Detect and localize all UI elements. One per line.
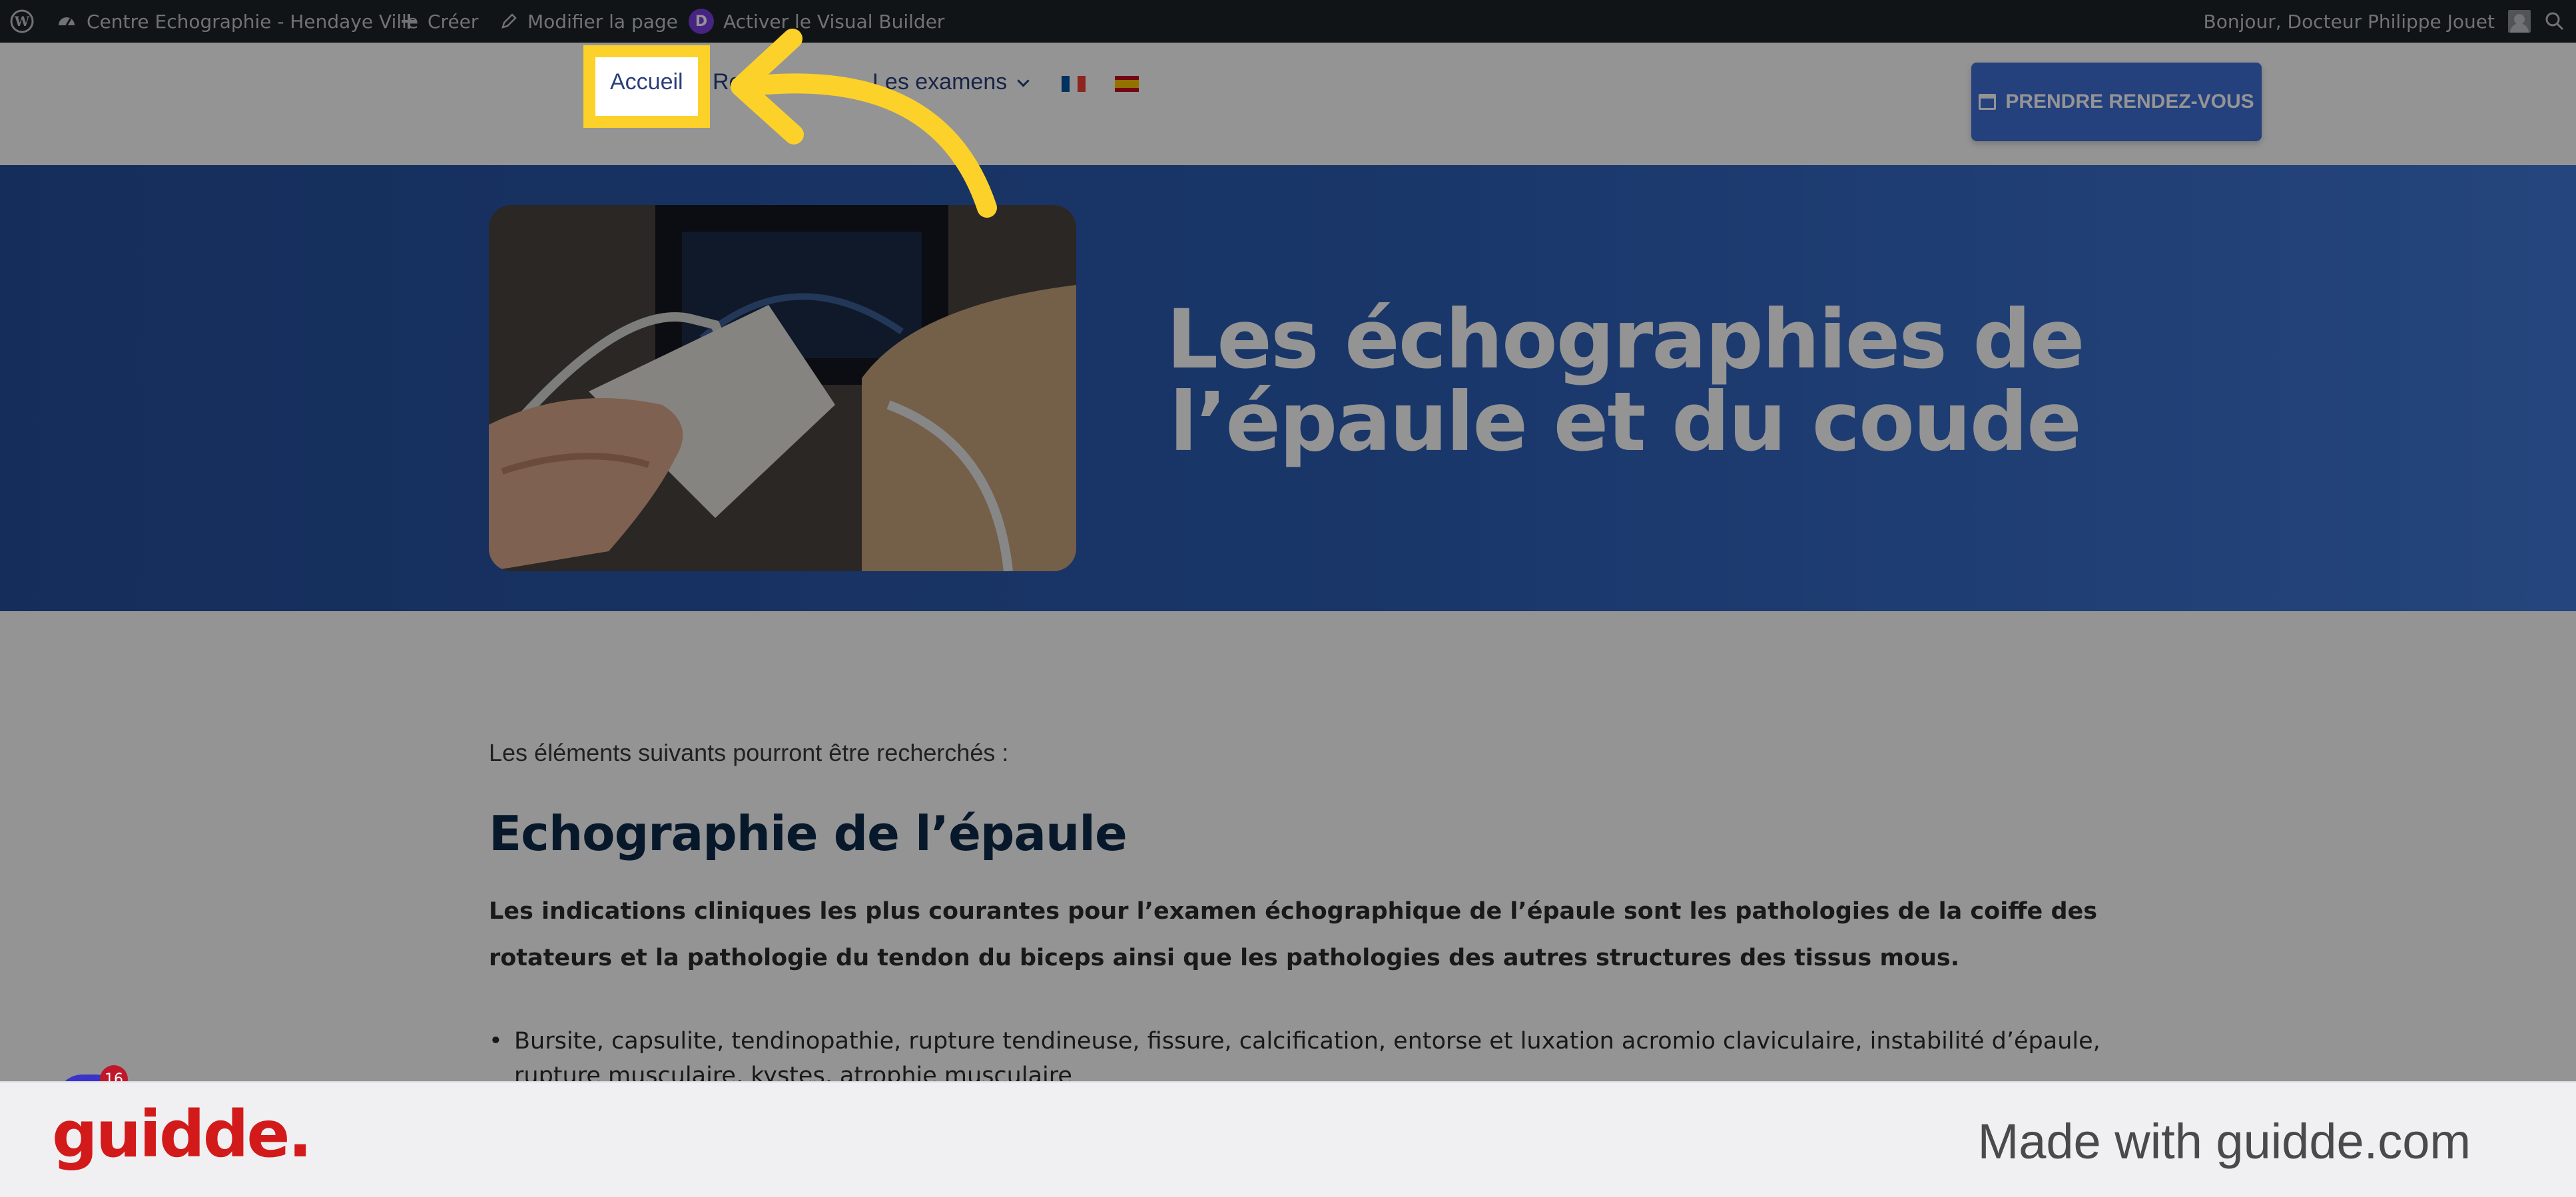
made-with-tagline: Made with guidde.com	[1977, 1114, 2471, 1169]
page-title-line1: Les échographies de	[1166, 292, 2085, 387]
admin-edit-page-link[interactable]: Modifier la page	[499, 0, 678, 43]
edit-page-label: Modifier la page	[527, 10, 678, 33]
page-title: Les échographies de l’épaule et du coude	[1092, 298, 2158, 463]
admin-visual-builder-link[interactable]: D Activer le Visual Builder	[689, 0, 944, 43]
nav-exams-label: Les examens	[872, 69, 1008, 95]
admin-create-link[interactable]: Créer	[400, 0, 478, 43]
intro-text: Les éléments suivants pourront être rech…	[489, 739, 1009, 766]
ultrasound-shoulder-image	[489, 205, 1076, 571]
pencil-icon	[499, 12, 518, 31]
guidde-logo: guidde.	[52, 1097, 312, 1172]
main-content	[0, 611, 2576, 1081]
visual-builder-label: Activer le Visual Builder	[723, 10, 945, 33]
chevron-down-icon	[1017, 75, 1030, 87]
site-name: Centre Echographie - Hendaye Ville	[87, 10, 419, 33]
user-greeting[interactable]: Bonjour, Docteur Philippe Jouet	[2204, 11, 2495, 33]
spanish-flag-icon[interactable]	[1115, 76, 1139, 92]
page-title-line2: l’épaule et du coude	[1169, 375, 2082, 469]
nav-item-home[interactable]: Accueil	[610, 69, 683, 95]
wordpress-logo-icon[interactable]: W	[9, 0, 35, 43]
divi-icon: D	[689, 9, 714, 34]
plus-icon	[400, 12, 418, 31]
nav-item-exams[interactable]: Les examens	[872, 69, 1030, 95]
admin-site-link[interactable]: Centre Echographie - Hendaye Ville	[56, 0, 418, 43]
dashboard-icon	[56, 11, 77, 32]
svg-text:W: W	[14, 13, 30, 29]
admin-bar: W Centre Echographie - Hendaye Ville Cré…	[0, 0, 2576, 43]
french-flag-icon[interactable]	[1062, 76, 1086, 92]
avatar[interactable]	[2508, 10, 2531, 33]
section-heading: Echographie de l’épaule	[489, 806, 1127, 861]
calendar-icon	[1979, 94, 1997, 110]
search-icon[interactable]	[2544, 11, 2565, 32]
nav-item-partial[interactable]: Re	[713, 69, 741, 95]
book-appointment-label: PRENDRE RENDEZ-VOUS	[2005, 91, 2254, 113]
create-label: Créer	[428, 10, 479, 33]
indications-paragraph: Les indications cliniques les plus coura…	[489, 898, 2098, 971]
book-appointment-button[interactable]: PRENDRE RENDEZ-VOUS	[1971, 63, 2262, 141]
